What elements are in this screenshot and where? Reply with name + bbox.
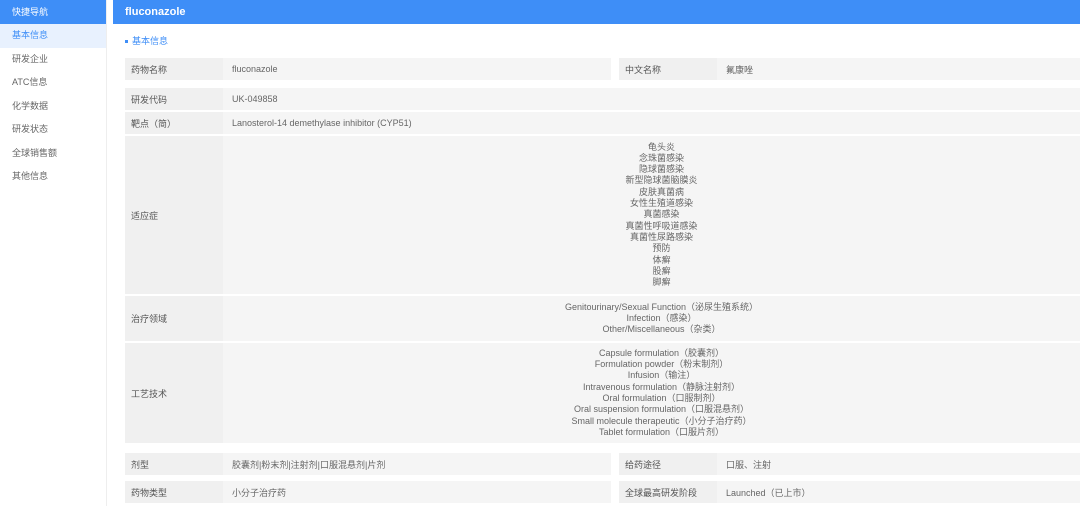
field-value: Lanosterol-14 demethylase inhibitor (CYP… — [223, 112, 1080, 134]
section-title-text: 基本信息 — [132, 36, 169, 46]
table-row: 药物类型 小分子治疗药 全球最高研发阶段 Launched（已上市） — [125, 481, 1080, 503]
list-item: 真菌性尿路感染 — [629, 231, 693, 242]
main-content: fluconazole 基本信息 药物名称 fluconazole 中文名称 氟… — [107, 0, 1080, 506]
table-row: 药物名称 fluconazole 中文名称 氟康唑 — [125, 58, 1080, 80]
field-label: 中文名称 — [619, 58, 717, 80]
sidebar-item-rd-status[interactable]: 研发状态 — [0, 118, 106, 142]
list-item: Intravenous formulation（静脉注射剂） — [582, 381, 741, 392]
field-value-list: 龟头炎 念珠菌感染 隐球菌感染 新型隐球菌脑膜炎 皮肤真菌病 女性生殖道感染 真… — [223, 136, 1080, 294]
sidebar-item-atc[interactable]: ATC信息 — [0, 71, 106, 95]
field-label: 研发代码 — [125, 88, 223, 110]
field-value: UK-049858 — [223, 88, 1080, 110]
page-title: fluconazole — [113, 0, 1080, 24]
field-value-list: Capsule formulation（胶囊剂） Formulation pow… — [223, 343, 1080, 443]
field-label: 治疗领域 — [125, 296, 223, 341]
list-item: 脚癣 — [652, 277, 671, 288]
list-item: Formulation powder（粉末制剂） — [594, 359, 729, 370]
list-item: Genitourinary/Sexual Function（泌尿生殖系统） — [564, 301, 759, 312]
list-item: 龟头炎 — [647, 141, 675, 152]
list-item: 股癣 — [652, 265, 671, 276]
info-table: 药物名称 fluconazole 中文名称 氟康唑 研发代码 UK-049858… — [125, 58, 1080, 505]
table-row: 靶点（简） Lanosterol-14 demethylase inhibito… — [125, 112, 1080, 134]
list-item: 真菌感染 — [643, 209, 680, 220]
section-title: 基本信息 — [125, 34, 168, 47]
field-value: 胶囊剂|粉末剂|注射剂|口服混悬剂|片剂 — [223, 453, 611, 475]
table-row: 研发代码 UK-049858 — [125, 88, 1080, 110]
list-item: 新型隐球菌脑膜炎 — [625, 175, 698, 186]
list-item: Tablet formulation（口服片剂） — [598, 426, 725, 437]
field-value: fluconazole — [223, 58, 611, 80]
sidebar-item-chem-data[interactable]: 化学数据 — [0, 95, 106, 119]
sidebar-item-basic-info[interactable]: 基本信息 — [0, 24, 106, 48]
table-row: 剂型 胶囊剂|粉末剂|注射剂|口服混悬剂|片剂 给药途径 口服、注射 — [125, 453, 1080, 475]
field-label: 工艺技术 — [125, 343, 223, 443]
field-value: Launched（已上市） — [717, 481, 1080, 503]
field-value: 氟康唑 — [717, 58, 1080, 80]
field-label: 全球最高研发阶段 — [619, 481, 717, 503]
list-item: Infusion（输注） — [627, 370, 696, 381]
list-item: Capsule formulation（胶囊剂） — [598, 347, 725, 358]
field-label: 药物名称 — [125, 58, 223, 80]
list-item: 女性生殖道感染 — [629, 198, 693, 209]
list-item: 真菌性呼吸道感染 — [625, 220, 698, 231]
sidebar-header: 快捷导航 — [0, 0, 106, 24]
list-item: 皮肤真菌病 — [638, 186, 684, 197]
field-label: 剂型 — [125, 453, 223, 475]
field-label: 药物类型 — [125, 481, 223, 503]
sidebar-item-other-info[interactable]: 其他信息 — [0, 165, 106, 189]
table-row: 适应症 龟头炎 念珠菌感染 隐球菌感染 新型隐球菌脑膜炎 皮肤真菌病 女性生殖道… — [125, 136, 1080, 294]
list-item: Oral formulation（口服制剂） — [602, 393, 721, 403]
field-label: 适应症 — [125, 136, 223, 294]
table-row: 治疗领域 Genitourinary/Sexual Function（泌尿生殖系… — [125, 296, 1080, 341]
sidebar-item-global-sales[interactable]: 全球销售额 — [0, 142, 106, 166]
list-item: 预防 — [652, 243, 671, 254]
field-label: 给药途径 — [619, 453, 717, 475]
field-value-list: Genitourinary/Sexual Function（泌尿生殖系统） In… — [223, 296, 1080, 341]
list-item: 隐球菌感染 — [638, 164, 684, 175]
list-item: Infection（感染） — [626, 312, 697, 323]
field-value: 小分子治疗药 — [223, 481, 611, 503]
bullet-icon — [125, 40, 128, 44]
table-row: 工艺技术 Capsule formulation（胶囊剂） Formulatio… — [125, 343, 1080, 443]
list-item: Oral suspension formulation（口服混悬剂） — [573, 404, 750, 415]
field-value: 口服、注射 — [717, 453, 1080, 475]
field-label: 靶点（简） — [125, 112, 223, 134]
list-item: 体癣 — [652, 254, 671, 265]
sidebar: 快捷导航 基本信息 研发企业 ATC信息 化学数据 研发状态 全球销售额 其他信… — [0, 0, 107, 506]
sidebar-item-rd-company[interactable]: 研发企业 — [0, 48, 106, 72]
list-item: 念珠菌感染 — [638, 152, 684, 163]
list-item: Other/Miscellaneous（杂类） — [602, 324, 721, 335]
list-item: Small molecule therapeutic（小分子治疗药） — [571, 415, 752, 426]
